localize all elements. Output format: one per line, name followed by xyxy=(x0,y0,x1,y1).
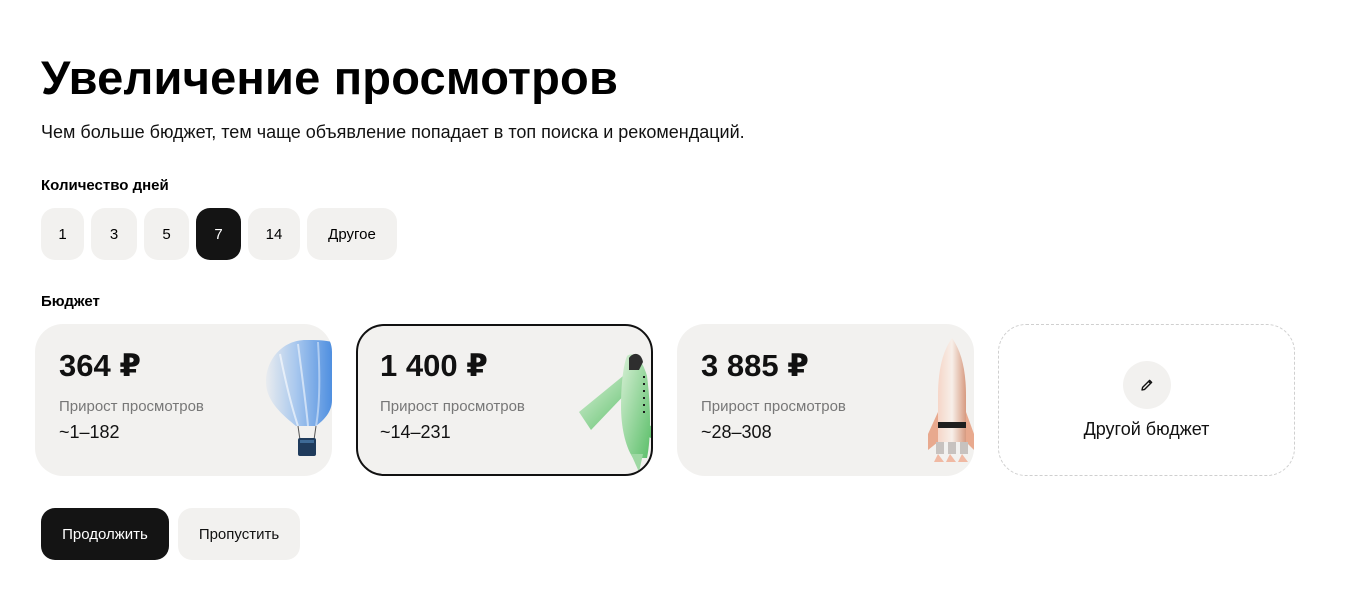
budget-price: 3 885 ₽ xyxy=(701,348,809,383)
days-option-5[interactable]: 5 xyxy=(144,208,189,260)
budget-price: 364 ₽ xyxy=(59,348,141,383)
days-option-3[interactable]: 3 xyxy=(91,208,137,260)
page-title: Увеличение просмотров xyxy=(41,51,619,104)
actions: Продолжить Пропустить xyxy=(41,508,300,560)
days-option-14[interactable]: 14 xyxy=(248,208,300,260)
budget-options: 364 ₽ Прирост просмотров ~1–182 1 400 ₽ … xyxy=(35,324,1295,476)
days-selector: 1 3 5 7 14 Другое xyxy=(41,208,397,260)
budget-price: 1 400 ₽ xyxy=(380,348,488,383)
boost-views-page: Увеличение просмотров Чем больше бюджет,… xyxy=(0,0,1362,605)
pencil-icon xyxy=(1122,360,1171,409)
budget-card-3885[interactable]: 3 885 ₽ Прирост просмотров ~28–308 xyxy=(677,324,974,476)
page-subtitle: Чем больше бюджет, тем чаще объявление п… xyxy=(41,122,745,142)
views-gain-value: ~14–231 xyxy=(380,422,451,442)
budget-card-custom[interactable]: Другой бюджет xyxy=(998,324,1295,476)
days-option-1[interactable]: 1 xyxy=(41,208,84,260)
continue-button[interactable]: Продолжить xyxy=(41,508,169,560)
skip-button[interactable]: Пропустить xyxy=(178,508,300,560)
views-gain-label: Прирост просмотров xyxy=(701,398,846,415)
custom-budget-label: Другой бюджет xyxy=(1083,418,1210,439)
days-option-other[interactable]: Другое xyxy=(307,208,397,260)
views-gain-label: Прирост просмотров xyxy=(380,398,525,415)
views-gain-label: Прирост просмотров xyxy=(59,398,204,415)
budget-label: Бюджет xyxy=(41,293,100,310)
days-label: Количество дней xyxy=(41,177,169,194)
views-gain-value: ~1–182 xyxy=(59,422,120,442)
budget-card-1400[interactable]: 1 400 ₽ Прирост просмотров ~14–231 xyxy=(356,324,653,476)
airplane-icon xyxy=(579,353,651,472)
hot-air-balloon-icon xyxy=(266,340,332,456)
rocket-icon xyxy=(928,338,974,462)
days-option-7[interactable]: 7 xyxy=(196,208,241,260)
views-gain-value: ~28–308 xyxy=(701,422,772,442)
budget-card-364[interactable]: 364 ₽ Прирост просмотров ~1–182 xyxy=(35,324,332,476)
